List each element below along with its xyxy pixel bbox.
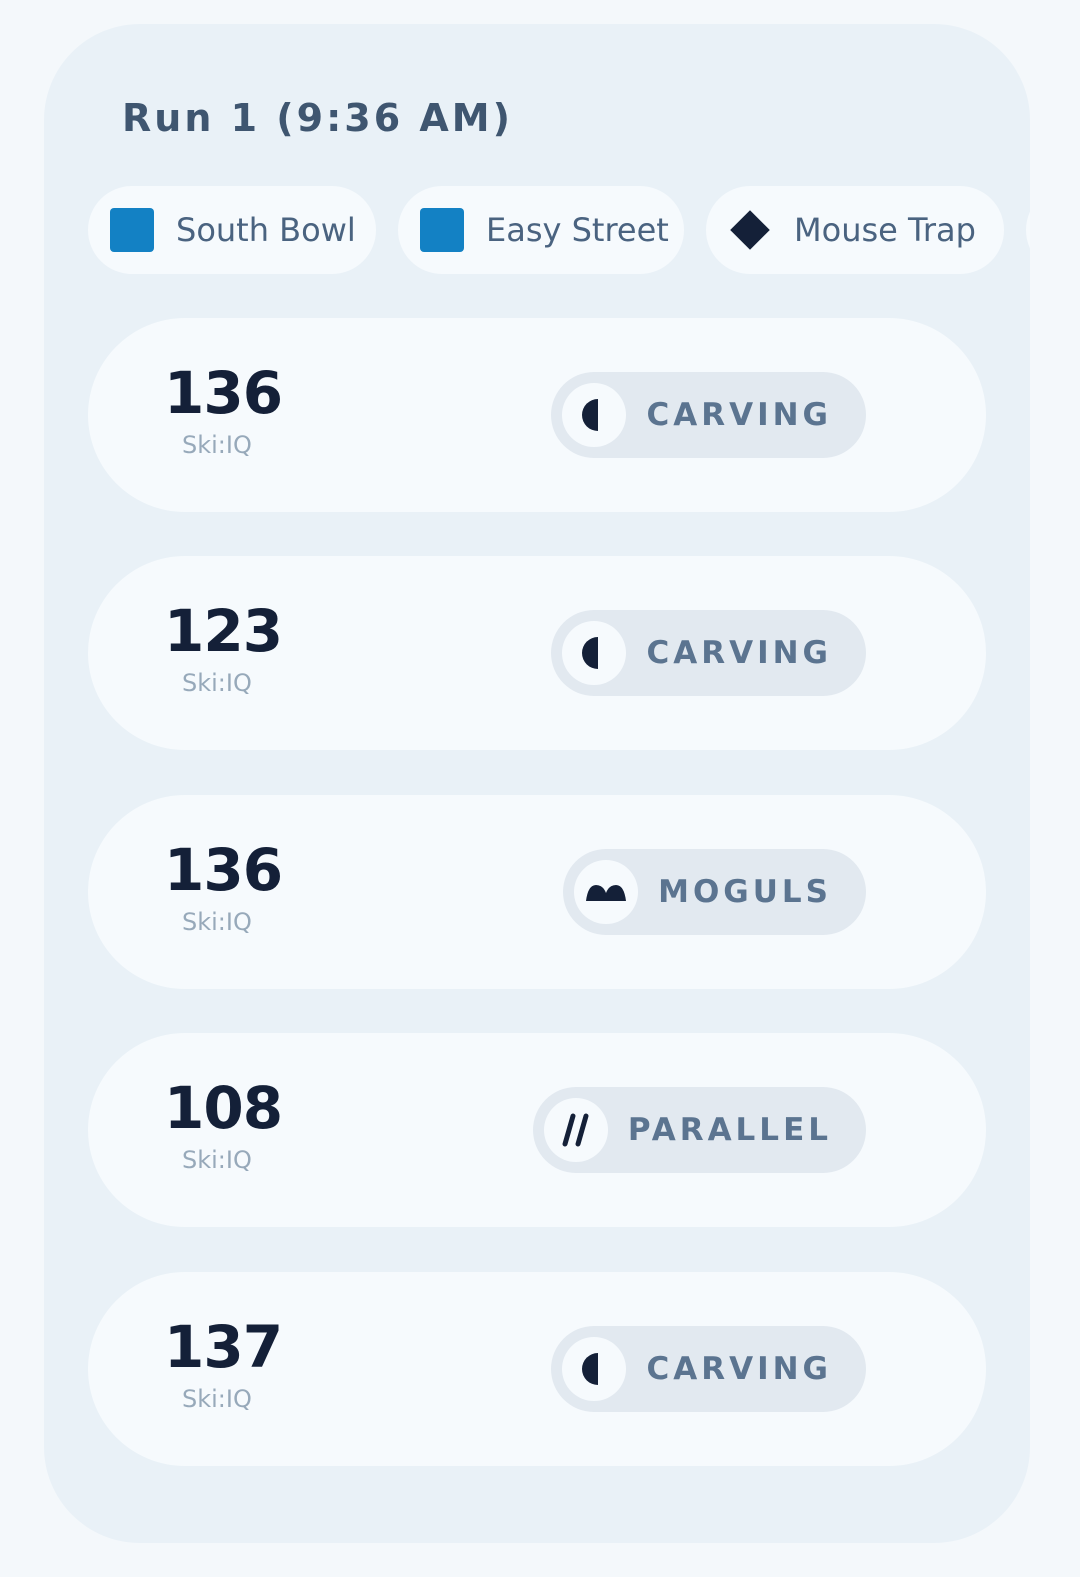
blue-square-icon [420,208,464,252]
ski-iq-label: Ski:IQ [182,669,252,697]
trail-chips-row[interactable]: South Bowl Easy Street Mouse Trap [88,186,1030,274]
turn-type-label: MOGULS [658,874,832,910]
carving-icon [562,1337,627,1401]
turn-type-label: CARVING [646,635,832,671]
trail-name: Easy Street [486,211,669,249]
ski-iq-score: 137 [164,1313,283,1381]
turn-type-tag: CARVING [551,1326,866,1412]
ski-iq-score: 136 [164,359,283,427]
turn-row[interactable]: 137 Ski:IQ CARVING [88,1272,986,1466]
turn-row[interactable]: 123 Ski:IQ CARVING [88,556,986,750]
parallel-icon [543,1098,608,1162]
moguls-icon [574,860,639,924]
turn-type-tag: PARALLEL [532,1087,866,1173]
turn-type-tag: MOGULS [563,849,866,935]
turn-type-label: CARVING [646,1351,832,1387]
blue-square-icon [110,208,154,252]
ski-iq-score: 136 [164,836,283,904]
run-card: Run 1 (9:36 AM) South Bowl Easy Street M… [44,24,1030,1543]
ski-iq-score: 123 [164,597,283,665]
trail-chip-more[interactable] [1026,186,1030,274]
ski-iq-label: Ski:IQ [182,908,252,936]
turn-row[interactable]: 136 Ski:IQ MOGULS [88,795,986,989]
black-diamond-icon [728,208,772,252]
turn-type-label: CARVING [646,397,832,433]
turn-row[interactable]: 108 Ski:IQ PARALLEL [88,1033,986,1227]
ski-iq-label: Ski:IQ [182,1385,252,1413]
turn-type-tag: CARVING [551,610,866,696]
trail-chip-south-bowl[interactable]: South Bowl [88,186,376,274]
trail-chip-mouse-trap[interactable]: Mouse Trap [706,186,1004,274]
turn-type-tag: CARVING [551,372,866,458]
run-title: Run 1 (9:36 AM) [122,96,513,140]
trail-name: Mouse Trap [794,211,976,249]
ski-iq-label: Ski:IQ [182,431,252,459]
turn-row[interactable]: 136 Ski:IQ CARVING [88,318,986,512]
carving-icon [562,621,627,685]
ski-iq-label: Ski:IQ [182,1146,252,1174]
carving-icon [562,383,627,447]
ski-iq-score: 108 [164,1074,283,1142]
trail-name: South Bowl [176,211,356,249]
trail-chip-easy-street[interactable]: Easy Street [398,186,684,274]
turn-type-label: PARALLEL [627,1112,832,1148]
